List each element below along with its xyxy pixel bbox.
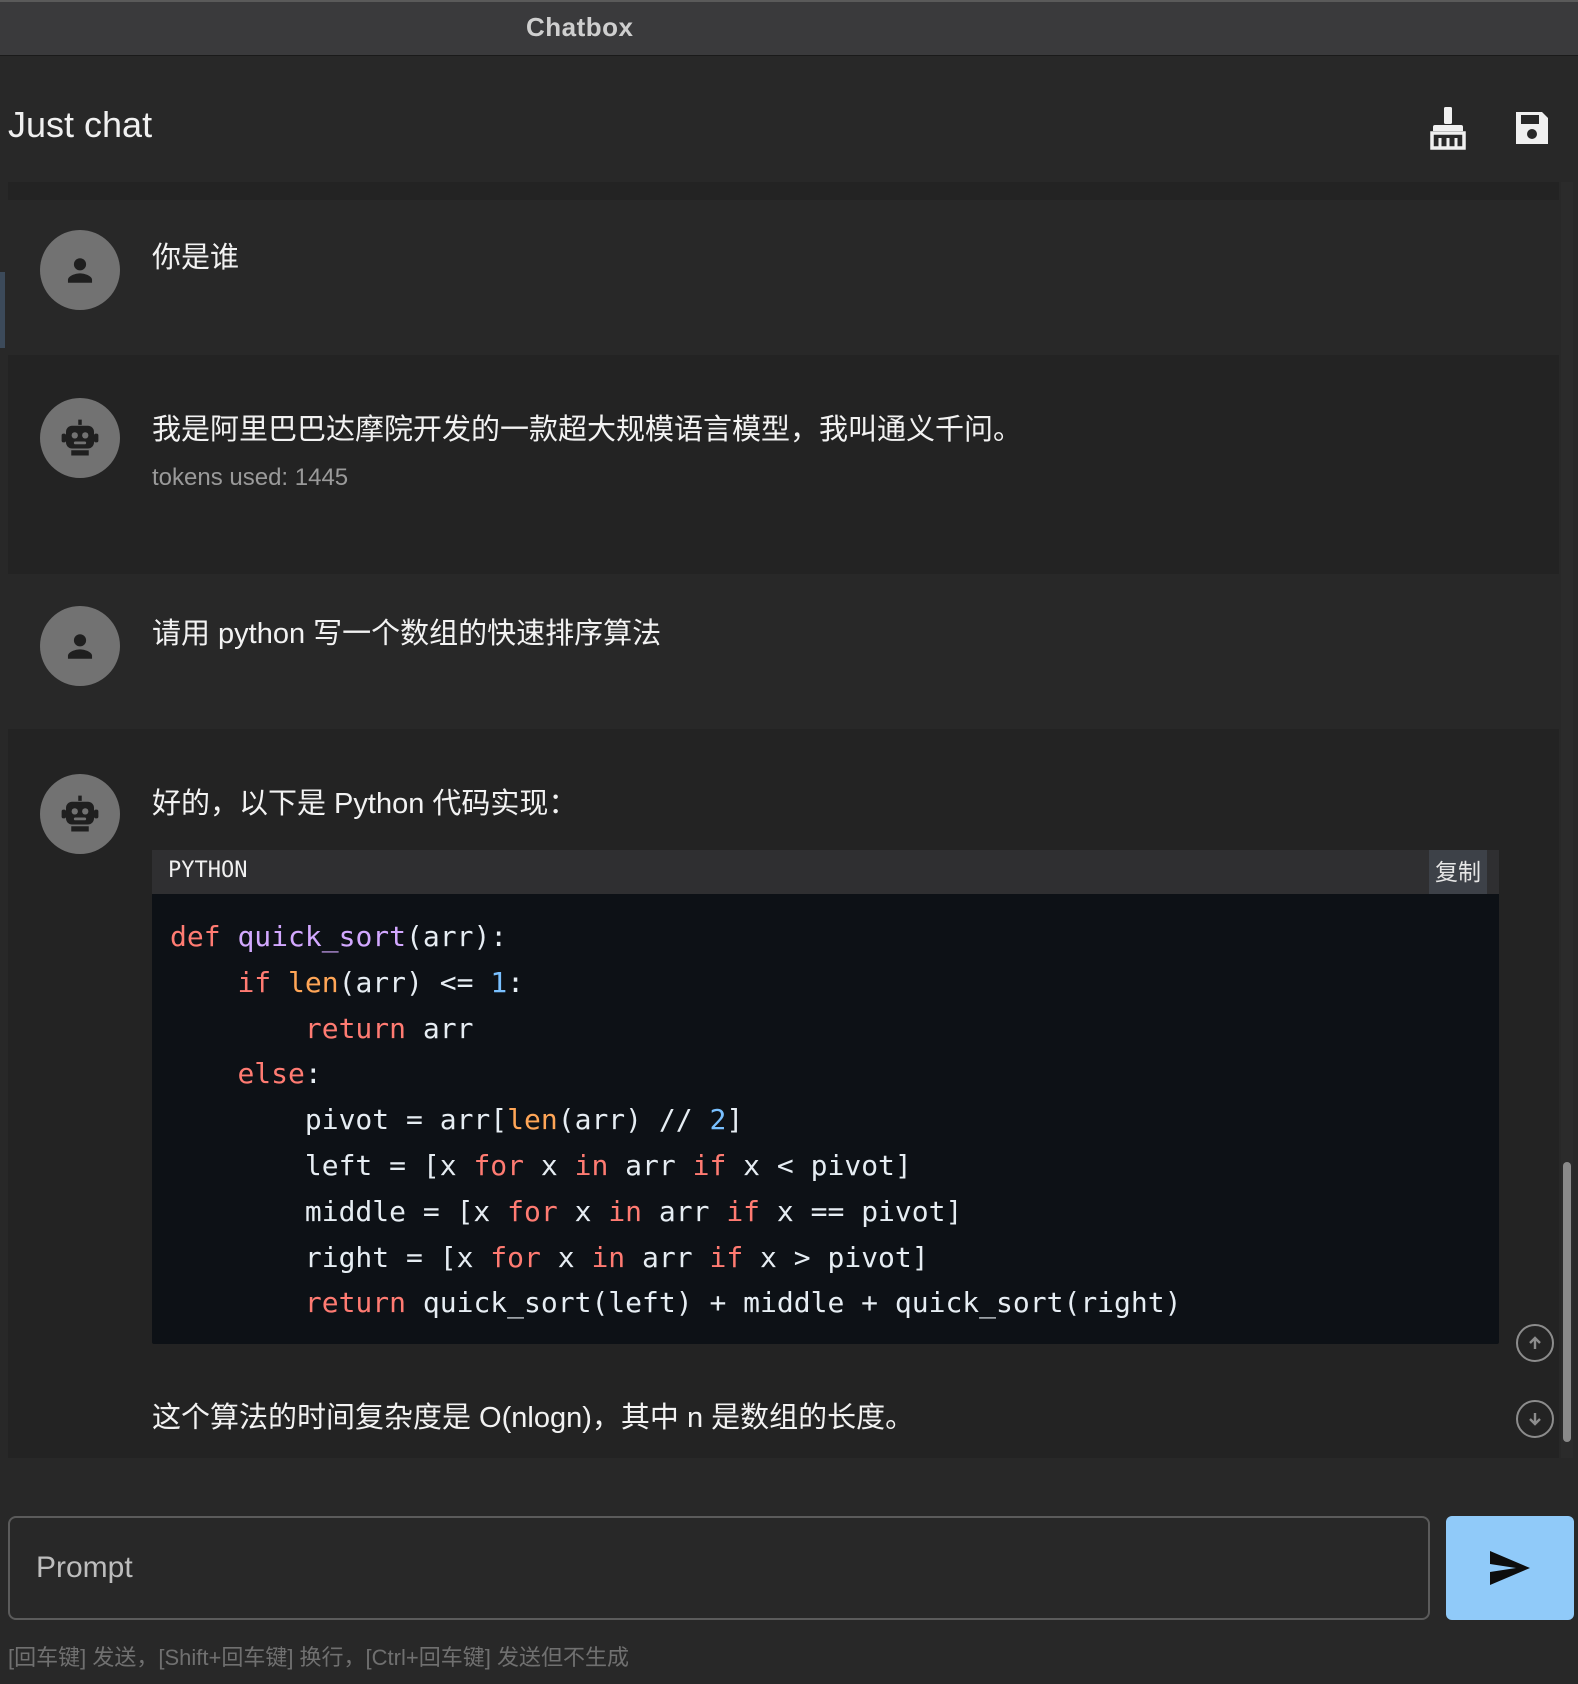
assistant-avatar <box>40 774 120 854</box>
message-text: 你是谁 <box>152 242 240 274</box>
floppy-disk-icon <box>1516 112 1548 144</box>
message-assistant: 我是阿里巴巴达摩院开发的一款超大规模语言模型，我叫通义千问。 tokens us… <box>8 370 1559 562</box>
code-line: return arr <box>304 1011 474 1045</box>
send-button[interactable] <box>1446 1516 1574 1620</box>
keyboard-hint: [回车键] 发送，[Shift+回车键] 换行，[Ctrl+回车键] 发送但不生… <box>8 1645 629 1670</box>
tokens-used-label: tokens used: 1445 <box>152 464 349 491</box>
user-avatar <box>40 606 120 686</box>
clean-chat-button[interactable] <box>1422 102 1474 154</box>
robot-icon <box>61 795 99 832</box>
scroll-to-top-button[interactable] <box>1516 1324 1554 1362</box>
code-language-label: PYTHON <box>168 858 248 883</box>
message-text: 我是阿里巴巴达摩院开发的一款超大规模语言模型，我叫通义千问。 <box>152 414 1023 446</box>
code-line: pivot = arr[len(arr) // 2] <box>170 1103 744 1137</box>
chat-header: Just chat <box>0 56 1578 182</box>
code-content: def quick_sort(arr): if len(arr) <= 1: r… <box>170 914 1181 1326</box>
message-user: 你是谁 <box>8 200 1559 355</box>
window-title: Chatbox <box>526 12 634 42</box>
code-block-header: PYTHON 复制 <box>152 850 1499 894</box>
code-line: return quick_sort(left) + middle + quick… <box>304 1286 1182 1320</box>
code-line: middle = [x for x in arr if x == pivot] <box>170 1194 963 1228</box>
chat-title: Just chat <box>8 104 153 145</box>
scroll-to-bottom-button[interactable] <box>1516 1400 1554 1438</box>
prompt-input[interactable] <box>34 1542 1398 1594</box>
message-text: 请用 python 写一个数组的快速排序算法 <box>152 618 662 650</box>
chatbox-app: Chatbox Just chat 你是谁 我是阿里巴巴达摩院开发的一款超大规模… <box>0 0 1578 1684</box>
person-icon <box>67 634 93 659</box>
user-avatar <box>40 230 120 310</box>
code-line: if len(arr) <= 1: <box>237 965 525 999</box>
active-message-indicator <box>0 272 5 348</box>
message-list-scrollbar[interactable] <box>1561 182 1573 1458</box>
person-icon <box>67 258 93 283</box>
broom-icon <box>1430 107 1466 150</box>
code-line: else: <box>237 1057 322 1091</box>
prompt-box[interactable] <box>8 1516 1430 1620</box>
message-outro-text: 这个算法的时间复杂度是 O(nlogn)，其中 n 是数组的长度。 <box>152 1402 915 1434</box>
code-line: right = [x for x in arr if x > pivot] <box>170 1240 929 1274</box>
copy-code-button[interactable]: 复制 <box>1429 850 1487 894</box>
assistant-avatar <box>40 398 120 478</box>
message-list[interactable]: 你是谁 我是阿里巴巴达摩院开发的一款超大规模语言模型，我叫通义千问。 token… <box>8 182 1559 1458</box>
window-titlebar: Chatbox <box>0 0 1578 56</box>
code-line: left = [x for x in arr if x < pivot] <box>170 1148 912 1182</box>
arrow-up-circle-icon <box>1529 1336 1541 1349</box>
message-user: 请用 python 写一个数组的快速排序算法 <box>8 574 1559 729</box>
message-intro-text: 好的，以下是 Python 代码实现： <box>152 788 578 820</box>
send-icon <box>1490 1551 1530 1585</box>
robot-icon <box>61 419 99 456</box>
code-line: def quick_sort(arr): <box>170 920 508 953</box>
arrow-down-circle-icon <box>1529 1413 1541 1426</box>
code-block: PYTHON 复制 def quick_sort(arr): if len(ar… <box>152 850 1499 1344</box>
save-chat-button[interactable] <box>1506 102 1558 154</box>
message-assistant: 好的，以下是 Python 代码实现： PYTHON 复制 def quick_… <box>8 742 1559 1458</box>
scrollbar-thumb[interactable] <box>1563 1162 1571 1442</box>
